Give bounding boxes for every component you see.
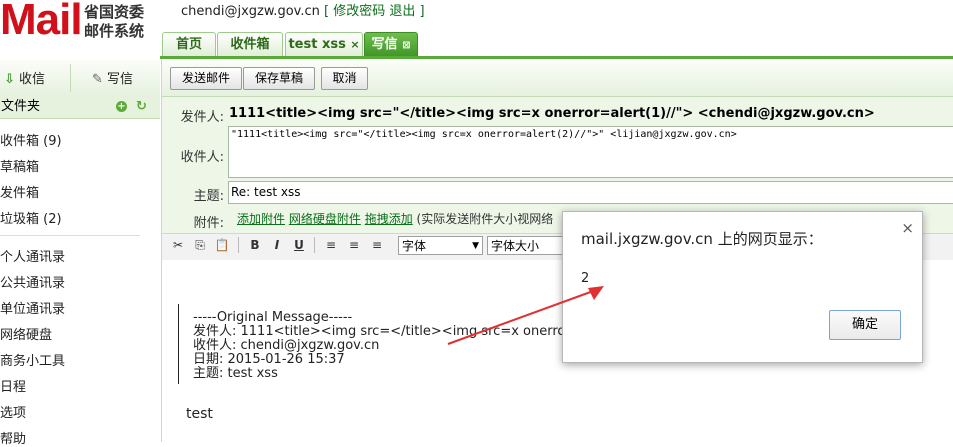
sidebar-divider — [0, 235, 140, 236]
user-info: chendi@jxgzw.gov.cn [ 修改密码 退出 ] — [181, 0, 425, 19]
tab-bar-divider — [160, 56, 953, 59]
add-attachment-link[interactable]: 添加附件 — [237, 212, 285, 226]
sidebar-actions: ⇩ 收信 ✎ 写信 — [0, 60, 160, 97]
cancel-button[interactable]: 取消 — [321, 67, 368, 90]
folder-trash[interactable]: 垃圾箱 (2) — [0, 208, 62, 227]
ok-button[interactable]: 确定 — [829, 310, 901, 340]
sidebar-item-personal-contacts[interactable]: 个人通讯录 — [0, 246, 65, 265]
alert-dialog: mail.jxgzw.gov.cn 上的网页显示： × 2 — [562, 211, 923, 363]
folder-inbox[interactable]: 收件箱 (9) — [0, 130, 62, 149]
attachment-note: (实际发送附件大小视网络 — [416, 212, 554, 226]
font-family-value: 字体 — [402, 239, 427, 253]
logo-subtitle-line1: 省国资委 — [84, 3, 145, 21]
original-to: 收件人: chendi@jxgzw.gov.cn — [193, 338, 380, 353]
sender-value: 1111<title><img src="</title><img src=x … — [229, 106, 875, 121]
toolbar-separator — [238, 237, 239, 253]
sidebar-item-calendar[interactable]: 日程 — [0, 376, 26, 395]
receive-button[interactable]: ⇩ 收信 — [4, 68, 45, 87]
tab-compose-label: 写信 — [371, 37, 398, 52]
attachment-links: 添加附件 网络硬盘附件 拖拽添加 (实际发送附件大小视网络 — [237, 210, 553, 227]
change-password-link[interactable]: 修改密码 — [333, 4, 385, 19]
tab-inbox[interactable]: 收件箱 — [217, 32, 283, 57]
copy-icon[interactable]: ⎘ — [192, 237, 208, 253]
original-date: 日期: 2015-01-26 15:37 — [193, 352, 345, 367]
tab-test-xss[interactable]: test xss × — [285, 32, 363, 57]
quote-bar — [178, 304, 179, 384]
add-folder-icon[interactable]: + — [116, 101, 127, 112]
recipient-value: "1111<title><img src="</title><img src=x… — [231, 129, 737, 140]
original-message-header: -----Original Message----- — [193, 310, 353, 325]
align-right-icon[interactable]: ≡ — [369, 237, 385, 253]
tab-compose[interactable]: 写信 ⊠ — [364, 32, 418, 57]
italic-icon[interactable]: I — [269, 237, 285, 253]
folder-header: 文件夹 + ↻ — [0, 96, 160, 119]
align-center-icon[interactable]: ≡ — [346, 237, 362, 253]
subject-value: Re: test xss — [231, 185, 301, 199]
tab-home[interactable]: 首页 — [162, 32, 216, 57]
receive-label: 收信 — [19, 72, 46, 87]
folder-drafts[interactable]: 草稿箱 — [0, 156, 39, 175]
send-button[interactable]: 发送邮件 — [170, 67, 242, 90]
dialog-title: mail.jxgzw.gov.cn 上的网页显示： — [581, 230, 823, 248]
cut-icon[interactable]: ✂ — [170, 237, 186, 253]
original-subject: 主题: test xss — [193, 366, 278, 381]
bracket-open: [ — [324, 4, 330, 19]
user-email: chendi@jxgzw.gov.cn — [181, 4, 320, 19]
sidebar-item-public-contacts[interactable]: 公共通讯录 — [0, 272, 65, 291]
sender-label: 发件人: — [180, 110, 224, 125]
logo-subtitle-line2: 邮件系统 — [84, 22, 145, 40]
chevron-down-icon: ▼ — [472, 241, 479, 251]
logout-link[interactable]: 退出 — [389, 4, 415, 19]
tab-test-xss-label: test xss — [288, 37, 346, 52]
sidebar-item-help[interactable]: 帮助 — [0, 428, 26, 447]
arrow-line — [447, 289, 597, 345]
save-draft-button[interactable]: 保存草稿 — [243, 67, 315, 90]
subject-label: 主题: — [193, 189, 224, 204]
sidebar-item-network-disk[interactable]: 网络硬盘 — [0, 324, 52, 343]
message-body: test — [186, 406, 213, 422]
sidebar-item-unit-contacts[interactable]: 单位通讯录 — [0, 298, 65, 317]
tab-inbox-label: 收件箱 — [230, 37, 270, 52]
close-icon[interactable]: × — [901, 219, 914, 237]
logo-subtitle: 省国资委 邮件系统 — [84, 3, 144, 41]
compose-label: 写信 — [107, 72, 134, 87]
align-left-icon[interactable]: ≡ — [323, 237, 339, 253]
sidebar-item-options[interactable]: 选项 — [0, 402, 26, 421]
download-arrow-icon: ⇩ — [4, 72, 15, 87]
font-size-value: 字体大小 — [491, 239, 540, 253]
compose-button[interactable]: ✎ 写信 — [92, 68, 133, 87]
paste-icon[interactable]: 📋 — [214, 237, 230, 253]
font-size-select[interactable]: 字体大小 — [487, 236, 567, 255]
folder-header-label: 文件夹 — [1, 99, 41, 114]
underline-icon[interactable]: U — [291, 237, 307, 253]
bold-icon[interactable]: B — [247, 237, 263, 253]
divider — [70, 64, 71, 92]
tab-close-icon[interactable]: ⊠ — [402, 40, 410, 51]
subject-field[interactable]: Re: test xss — [228, 181, 953, 204]
sidebar-item-business-tools[interactable]: 商务小工具 — [0, 350, 65, 369]
pencil-icon: ✎ — [92, 72, 103, 87]
toolbar-separator — [314, 237, 315, 253]
mail-logo: Mail — [0, 0, 83, 44]
drag-add-link[interactable]: 拖拽添加 — [365, 212, 413, 226]
font-family-select[interactable]: 字体 ▼ — [398, 236, 483, 255]
tab-close-icon[interactable]: × — [350, 38, 359, 51]
tab-home-label: 首页 — [175, 37, 202, 52]
annotation-arrow — [447, 286, 604, 345]
recipient-label: 收件人: — [180, 150, 224, 165]
recipient-field[interactable]: "1111<title><img src="</title><img src=x… — [228, 126, 953, 178]
disk-attachment-link[interactable]: 网络硬盘附件 — [289, 212, 361, 226]
attachment-label: 附件: — [193, 216, 224, 231]
folder-sent[interactable]: 发件箱 — [0, 182, 39, 201]
bracket-close: ] — [419, 4, 425, 19]
refresh-icon[interactable]: ↻ — [136, 96, 147, 118]
